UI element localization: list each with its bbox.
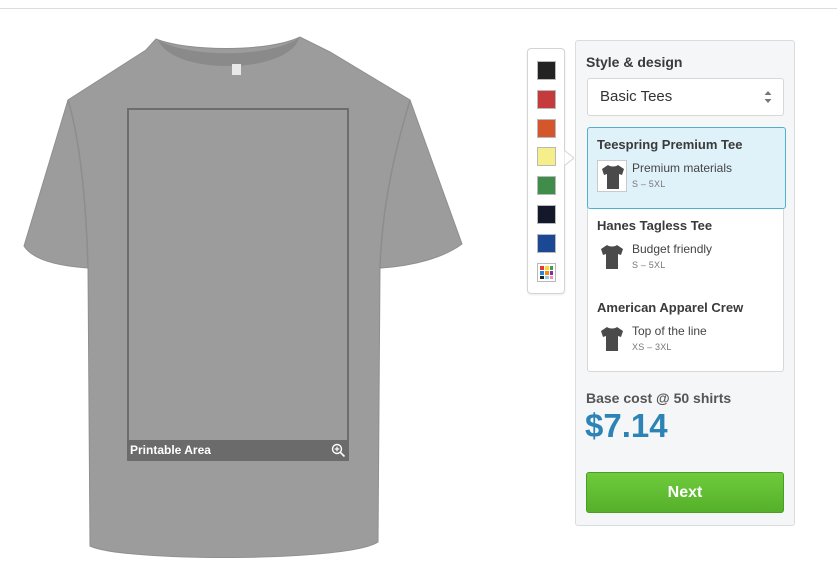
shirt-preview: Printable Area [18,30,468,580]
swatch-yellow[interactable] [537,147,556,166]
select-arrows-icon [764,91,772,103]
printable-area-frame [127,108,349,460]
product-teespring-premium-tee[interactable]: Teespring Premium Tee Premium materials … [587,127,786,209]
product-name: American Apparel Crew [597,300,744,315]
product-sizes: XS – 3XL [632,342,672,352]
product-desc: Budget friendly [632,242,713,256]
product-sizes: S – 5XL [632,179,666,189]
product-desc: Top of the line [632,324,707,338]
next-button[interactable]: Next [586,472,784,513]
product-hanes-tagless-tee[interactable]: Hanes Tagless Tee Budget friendly S – 5X… [588,209,785,291]
base-cost-label: Base cost @ 50 shirts [586,390,732,406]
top-divider [0,8,837,9]
swatch-orange[interactable] [537,119,556,138]
printable-area-bar: Printable Area [127,440,349,461]
swatch-pointer-icon [564,150,574,166]
style-select-value: Basic Tees [600,88,673,105]
tshirt-thumbnail-icon [597,241,627,273]
more-colors-icon[interactable] [537,263,556,282]
swatch-green[interactable] [537,176,556,195]
zoom-in-icon[interactable] [331,443,346,458]
product-desc: Premium materials [632,161,733,175]
product-name: Hanes Tagless Tee [597,218,713,233]
panel-title: Style & design [586,54,683,70]
color-picker [527,48,565,294]
tshirt-thumbnail-icon [597,323,627,355]
style-select[interactable]: Basic Tees [587,78,784,116]
style-panel: Style & design Basic Tees Teespring Prem… [575,40,795,526]
swatch-red[interactable] [537,90,556,109]
product-american-apparel-crew[interactable]: American Apparel Crew Top of the line XS… [588,291,785,373]
product-name: Teespring Premium Tee [597,137,743,152]
base-cost-value: $7.14 [585,407,668,444]
swatch-black[interactable] [537,61,556,80]
product-sizes: S – 5XL [632,260,666,270]
swatch-navy[interactable] [537,205,556,224]
printable-area-label: Printable Area [130,443,211,457]
swatch-royal-blue[interactable] [537,234,556,253]
tshirt-thumbnail-icon [597,160,627,192]
product-list: Teespring Premium Tee Premium materials … [587,127,786,373]
